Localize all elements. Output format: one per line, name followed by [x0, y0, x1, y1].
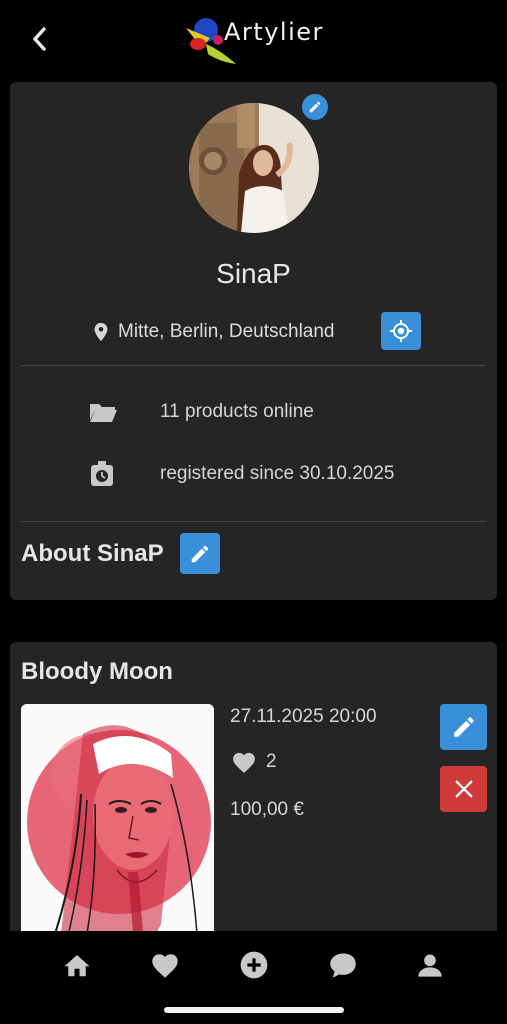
- product-title: Bloody Moon: [21, 658, 173, 685]
- avatar: [189, 103, 319, 233]
- profile-username: SinaP: [216, 258, 291, 289]
- nav-add[interactable]: [234, 949, 274, 981]
- product-card[interactable]: Bloody Moon 27.11.2025 20:00 2 100,00 €: [10, 642, 497, 944]
- pencil-icon: [309, 101, 321, 113]
- product-delete-button[interactable]: [440, 766, 487, 812]
- avatar-edit-button[interactable]: [302, 94, 328, 120]
- close-icon: [454, 780, 473, 798]
- avatar-container[interactable]: [189, 103, 319, 233]
- logo-text: Artylier: [224, 18, 324, 46]
- about-edit-button[interactable]: [180, 533, 220, 574]
- home-icon: [64, 955, 90, 977]
- heart-icon: [233, 752, 255, 773]
- crosshair-icon: [390, 320, 412, 342]
- divider: [20, 365, 486, 366]
- folder-icon: [90, 404, 117, 422]
- map-pin-icon: [94, 322, 108, 342]
- product-date: 27.11.2025 20:00: [230, 706, 377, 727]
- divider: [20, 521, 486, 522]
- app-logo: Artylier: [180, 14, 330, 68]
- nav-favorites[interactable]: [145, 949, 185, 981]
- locate-button[interactable]: [381, 312, 421, 350]
- artwork-image: [21, 704, 214, 944]
- registered-text: registered since 30.10.2025: [160, 463, 395, 484]
- pencil-icon: [191, 545, 209, 562]
- products-online-text: 11 products online: [160, 401, 314, 422]
- registered-row: registered since 30.10.2025: [88, 459, 395, 489]
- person-icon: [418, 954, 442, 977]
- nav-home[interactable]: [57, 949, 97, 981]
- back-button[interactable]: [24, 22, 54, 56]
- heart-icon: [152, 954, 178, 978]
- chevron-left-icon: [33, 27, 46, 51]
- profile-card: SinaP Mitte, Berlin, Deutschland 11 prod…: [10, 82, 497, 600]
- nav-profile[interactable]: [410, 949, 450, 981]
- top-bar: Artylier: [0, 0, 507, 76]
- location-text: Mitte, Berlin, Deutschland: [118, 321, 335, 342]
- chat-icon: [330, 953, 356, 978]
- products-online-row: 11 products online: [88, 397, 314, 427]
- likes-row: 2: [230, 750, 277, 774]
- avatar-photo: [189, 103, 319, 233]
- clock-badge-icon: [91, 461, 113, 486]
- location-row: Mitte, Berlin, Deutschland: [90, 312, 335, 352]
- add-circle-icon: [240, 951, 268, 979]
- product-edit-button[interactable]: [440, 704, 487, 750]
- pencil-icon: [453, 717, 474, 737]
- likes-count: 2: [266, 751, 277, 772]
- nav-messages[interactable]: [323, 949, 363, 981]
- product-image[interactable]: [21, 704, 214, 944]
- home-indicator: [164, 1007, 344, 1013]
- product-price: 100,00 €: [230, 799, 304, 820]
- about-title: About SinaP: [21, 540, 164, 567]
